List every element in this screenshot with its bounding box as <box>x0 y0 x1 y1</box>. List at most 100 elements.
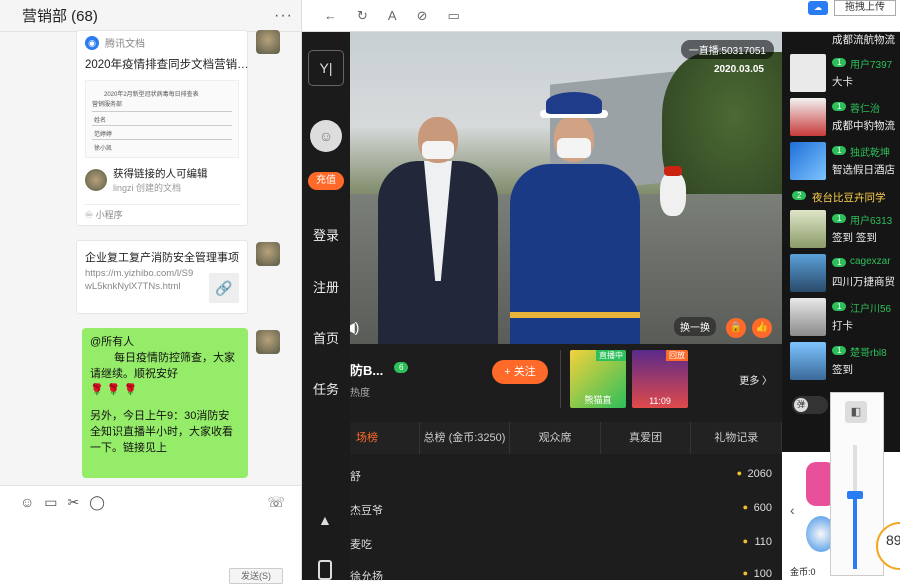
thumb-line <box>92 139 232 140</box>
site-logo[interactable]: Y| <box>308 50 344 86</box>
tab-scene-rank[interactable]: 场榜 <box>350 422 420 454</box>
login-link[interactable]: 登录 <box>302 225 350 244</box>
user-thumb[interactable] <box>790 342 826 380</box>
rose-icon: 🌹 <box>106 384 121 396</box>
message-text: 四川万捷商贸 <box>832 276 895 288</box>
avatar[interactable] <box>256 242 280 266</box>
user-avatar-icon[interactable]: ☺ <box>310 120 342 152</box>
rank-tabs: 场榜 总榜 (金币:3250) 观众席 真爱团 礼物记录 <box>350 422 783 454</box>
folder-icon[interactable]: ▭ <box>44 494 57 511</box>
doc-thumbnail: 2020年2月新型冠状病毒每日排查表 营销服务部 姓名 范婷婷 徐小凯 <box>85 80 239 158</box>
link-icon[interactable]: ⊘ <box>417 8 428 24</box>
message-text: 智选假日酒店 <box>832 164 895 176</box>
rank-name: 舒 <box>350 471 361 483</box>
link-url: https://m.yizhibo.com/l/S9wL5knkNylX7TNs… <box>85 268 194 292</box>
emoji-icon[interactable]: ☺ <box>20 494 34 511</box>
scissors-icon[interactable]: ✂ <box>68 494 80 511</box>
user-name[interactable]: 用户6313 <box>850 212 892 227</box>
video-person <box>378 117 498 344</box>
back-icon[interactable]: ← <box>324 8 337 23</box>
doc-card[interactable]: ◉ 腾讯文档 2020年疫情排查同步文档营销… 2020年2月新型冠状病毒每日排… <box>76 30 248 226</box>
user-name[interactable]: 独武乾坤 <box>850 144 890 159</box>
tab-audience[interactable]: 观众席 <box>510 422 601 454</box>
doc-source: ◉ 腾讯文档 <box>77 31 247 54</box>
rank-row[interactable]: 杰豆爷 ● 600 <box>350 502 782 522</box>
user-thumb[interactable] <box>790 298 826 336</box>
side-widget-number: 89 <box>886 532 900 548</box>
message-text: 签到 签到 <box>832 232 877 244</box>
browser-window: ← ↻ A ⊘ ▭ ☁ 拖拽上传 Y| ☺ 充值 登录 注册 首页 任务 ▲ 一… <box>302 0 900 583</box>
rank-row[interactable]: 舒 ● 2060 <box>350 468 782 488</box>
user-thumb[interactable] <box>790 98 826 136</box>
like-icon[interactable]: 👍 <box>752 318 772 338</box>
warning-icon[interactable]: ▲ <box>318 512 332 528</box>
user-name[interactable]: 江户川56 <box>850 300 891 315</box>
lock-icon[interactable]: 🔒 <box>726 318 746 338</box>
recommended-stream[interactable]: 直播中 熊猫直 <box>570 350 626 408</box>
perm-sub: lingzi 创建的文档 <box>113 183 182 193</box>
user-name[interactable]: 用户7397 <box>850 56 892 71</box>
chevron-left-icon[interactable]: ‹ <box>790 502 795 518</box>
thumb-line <box>92 111 232 112</box>
coin-icon: ● <box>742 502 748 512</box>
message-text: 成都流航物流 <box>832 34 895 46</box>
rank-row[interactable]: 徐允扬 ● 100 <box>350 568 782 588</box>
danmu-toggle[interactable]: 弹 <box>792 396 828 414</box>
follow-button[interactable]: + 关注 <box>492 360 548 384</box>
rec-tag: 直播中 <box>596 350 626 361</box>
thumb-name: 徐小凯 <box>94 146 113 152</box>
thumb-name: 范婷婷 <box>94 132 113 138</box>
link-card[interactable]: 企业复工复产消防安全管理事项 https://m.yizhibo.com/l/S… <box>76 240 248 314</box>
room-level: 6 <box>394 362 409 373</box>
tab-gift-records[interactable]: 礼物记录 <box>691 422 783 454</box>
volume-icon[interactable]: ◀) <box>350 319 359 336</box>
chat-icon[interactable]: ◯ <box>89 494 105 511</box>
rank-row[interactable]: 麦吃 ● 110 <box>350 536 782 556</box>
coin-icon: ● <box>742 536 748 546</box>
room-info: 防B... 6 热度 + 关注 直播中 熊猫直 回放 11:09 更多 〉 <box>350 344 782 422</box>
message-bubble[interactable]: @所有人 每日疫情防控筛查，大家请继续。顺祝安好 🌹 🌹 🌹 另外，今日上午9：… <box>82 328 248 478</box>
tab-fan-club[interactable]: 真爱团 <box>601 422 692 454</box>
user-name[interactable]: 蓉仁治 <box>850 100 880 115</box>
font-icon[interactable]: A <box>388 8 397 23</box>
user-level: 1 <box>832 302 847 311</box>
user-thumb[interactable] <box>790 210 826 248</box>
cloud-icon: ☁ <box>808 1 828 15</box>
refresh-icon[interactable]: ↻ <box>357 8 368 24</box>
thumb-line <box>92 125 232 126</box>
user-name[interactable]: 楚哥rbl8 <box>850 344 887 359</box>
volume-slider-thumb[interactable] <box>847 490 863 499</box>
send-button[interactable]: 发送(S) <box>229 568 283 584</box>
user-thumb[interactable] <box>790 54 826 92</box>
avatar[interactable] <box>256 30 280 54</box>
recommended-stream[interactable]: 回放 11:09 <box>632 350 688 408</box>
user-name[interactable]: cagexzar <box>850 256 891 267</box>
user-thumb[interactable] <box>790 254 826 292</box>
user-level: 1 <box>832 102 847 111</box>
live-video[interactable]: 一直播:50317051 2020.03.05 ◀) 换一换 🔒 👍 <box>350 32 782 344</box>
stream-message: 1 用户7397 大卡 <box>790 54 900 94</box>
rose-icons: 🌹 🌹 🌹 <box>90 382 240 398</box>
upload-button[interactable]: 拖拽上传 <box>834 0 896 16</box>
user-level: 1 <box>832 258 847 267</box>
room-heat: 热度 <box>350 388 370 399</box>
window-icon[interactable]: ▭ <box>447 8 459 24</box>
phone-icon[interactable] <box>318 560 332 580</box>
user-thumb[interactable] <box>790 142 826 180</box>
message-text: 夜台比豆卉同学 <box>812 192 886 204</box>
upload-area[interactable]: ☁ 拖拽上传 <box>808 0 896 16</box>
switch-button[interactable]: 换一换 <box>674 317 716 336</box>
more-link[interactable]: 更多 〉 <box>739 372 772 387</box>
more-icon[interactable]: ··· <box>274 7 293 25</box>
register-link[interactable]: 注册 <box>302 277 350 296</box>
phone-icon[interactable]: ☏ <box>267 494 285 511</box>
bubble-line: 每日疫情防控筛查，大家请继续。顺祝安好 <box>90 352 235 380</box>
speaker-icon[interactable]: ◧ <box>845 401 867 423</box>
home-link[interactable]: 首页 <box>302 328 350 347</box>
coin-icon: ● <box>736 468 742 478</box>
avatar[interactable] <box>256 330 280 354</box>
recharge-button[interactable]: 充值 <box>308 172 344 190</box>
task-link[interactable]: 任务 <box>302 379 350 398</box>
coin-icon: ● <box>742 568 748 578</box>
tab-total-rank[interactable]: 总榜 (金币:3250) <box>420 422 511 454</box>
